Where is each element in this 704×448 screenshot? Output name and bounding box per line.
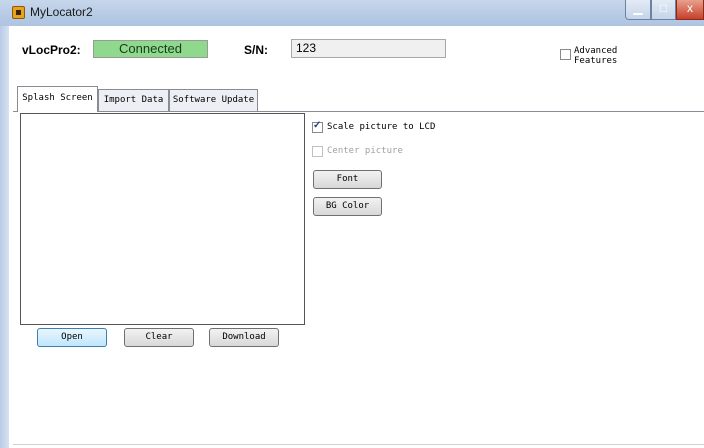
center-picture-checkbox[interactable] xyxy=(312,146,323,157)
splash-preview xyxy=(20,113,305,325)
advanced-features-label-line2: Features xyxy=(574,56,618,66)
minimize-icon: ▁ xyxy=(633,1,643,15)
title-bar[interactable]: MyLocator2 ▁ □ x xyxy=(0,0,704,26)
device-label: vLocPro2: xyxy=(22,43,81,57)
maximize-button[interactable]: □ xyxy=(651,0,676,20)
advanced-features-label: Advanced Features xyxy=(574,46,617,66)
close-icon: x xyxy=(687,1,693,15)
maximize-icon: □ xyxy=(659,1,668,15)
serial-number-field[interactable]: 123 xyxy=(291,39,446,58)
tab-strip-line xyxy=(13,111,704,112)
open-button[interactable]: Open xyxy=(37,328,107,347)
minimize-button[interactable]: ▁ xyxy=(625,0,651,20)
app-icon xyxy=(12,6,25,19)
advanced-features-checkbox[interactable] xyxy=(560,49,571,60)
connection-status: Connected xyxy=(93,40,208,58)
clear-button[interactable]: Clear xyxy=(124,328,194,347)
bottom-divider xyxy=(13,444,704,445)
close-button[interactable]: x xyxy=(676,0,704,20)
main-window: MyLocator2 ▁ □ x vLocPro2: Connected S/N… xyxy=(0,0,704,448)
advanced-features-label-line1: Advanced xyxy=(574,46,618,56)
bg-color-button[interactable]: BG Color xyxy=(313,197,382,216)
scale-picture-checkbox[interactable] xyxy=(312,120,323,133)
window-frame-left xyxy=(0,26,9,448)
download-button[interactable]: Download xyxy=(209,328,279,347)
tab-software-update[interactable]: Software Update xyxy=(169,89,258,111)
tab-splash-screen[interactable]: Splash Screen xyxy=(17,86,98,112)
window-title: MyLocator2 xyxy=(30,5,93,19)
tab-import-data[interactable]: Import Data xyxy=(98,89,169,111)
center-picture-label: Center picture xyxy=(327,146,403,156)
scale-picture-label: Scale picture to LCD xyxy=(327,122,436,132)
serial-label: S/N: xyxy=(244,43,268,57)
font-button[interactable]: Font xyxy=(313,170,382,189)
